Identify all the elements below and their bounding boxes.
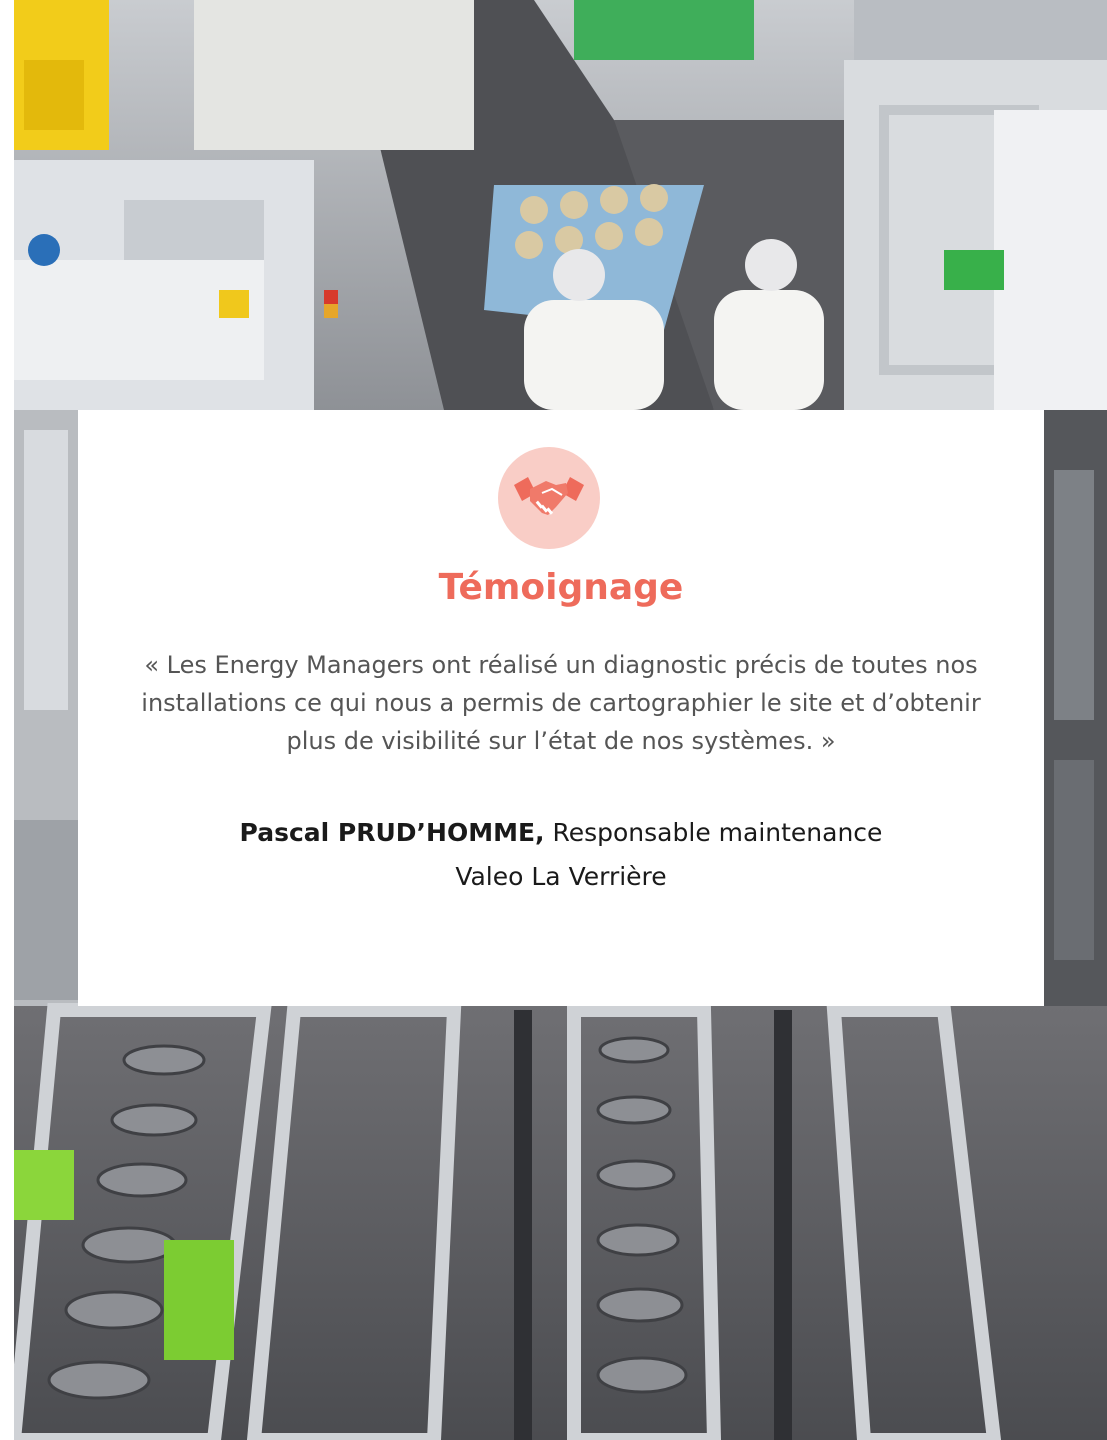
testimonial-card: Témoignage « Les Energy Managers ont réa… — [78, 410, 1044, 1006]
handshake-icon — [514, 477, 584, 515]
author-name: Pascal PRUD’HOMME, — [239, 818, 545, 847]
author-line: Pascal PRUD’HOMME, Responsable maintenan… — [78, 814, 1044, 852]
author-company: Valeo La Verrière — [455, 862, 667, 891]
handshake-icon-circle — [498, 447, 600, 549]
testimonial-quote: « Les Energy Managers ont réalisé un dia… — [141, 651, 981, 755]
testimonial-heading: Témoignage — [438, 567, 684, 608]
testimonial-page: Témoignage « Les Energy Managers ont réa… — [0, 0, 1107, 1440]
author-role: Responsable maintenance — [544, 818, 883, 847]
